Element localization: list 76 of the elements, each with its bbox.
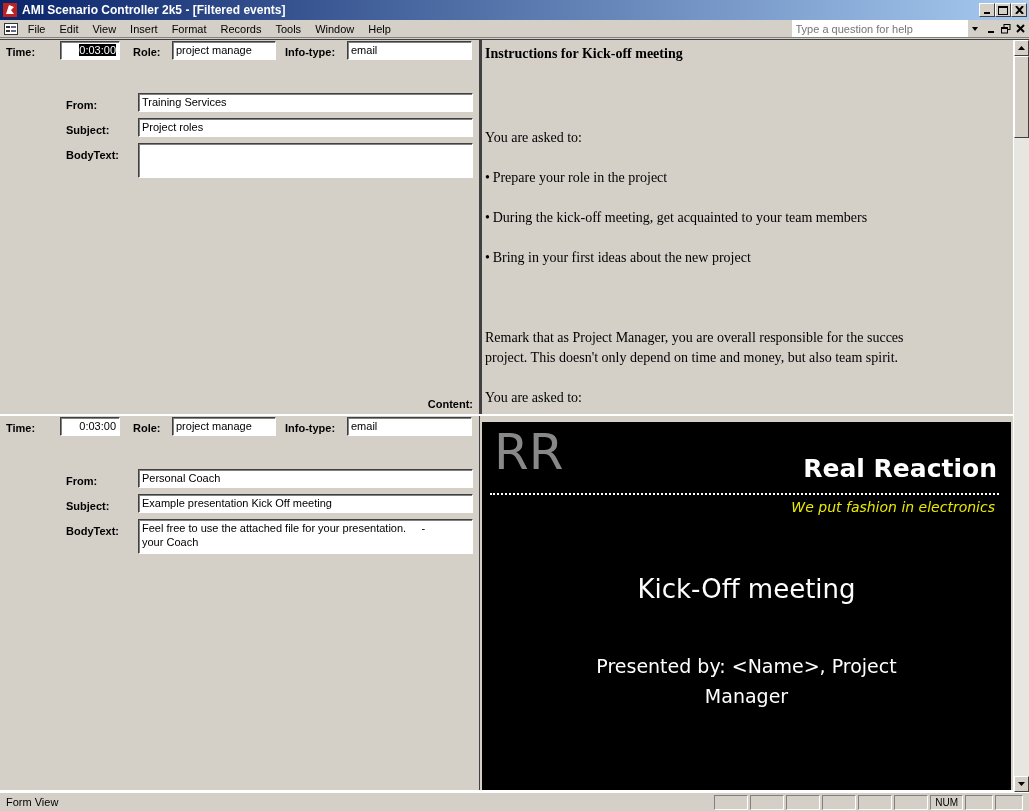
field-label: Info-type: — [285, 421, 336, 436]
time-field[interactable]: 0:03:00 — [60, 417, 120, 436]
menu-item[interactable]: Edit — [52, 20, 86, 37]
menu-item[interactable]: Window — [308, 20, 362, 37]
info-type-field[interactable]: email — [347, 417, 472, 436]
status-panel — [965, 794, 993, 810]
bullet-text: During the kick-off meeting, get acquainted to your team members — [492, 210, 868, 225]
body-text-field[interactable] — [138, 143, 473, 178]
close-icon[interactable] — [1016, 24, 1025, 33]
logo: RR — [494, 424, 564, 480]
field-label: From: — [66, 474, 98, 489]
status-panel — [822, 794, 857, 810]
status-panel — [894, 794, 929, 810]
maximize-button[interactable] — [995, 3, 1011, 17]
field-label: Info-type: — [285, 45, 336, 60]
menu-item[interactable]: Insert — [123, 20, 165, 37]
paragraph-text: project. This doesn't only depend on time and money, but also team spirit. — [485, 349, 900, 367]
company-name: Real Reaction — [803, 453, 997, 485]
field-label: Time: — [6, 45, 36, 60]
bullet-mark: • — [485, 210, 490, 225]
status-panel — [714, 794, 749, 810]
bullet-mark: • — [485, 170, 490, 185]
app-icon — [2, 2, 18, 18]
bullet-text: Bring in your first ideas about the new project — [492, 250, 751, 265]
field-label: Role: — [133, 45, 161, 60]
field-label: BodyText: — [66, 148, 119, 163]
subject-field[interactable]: Example presentation Kick Off meeting — [138, 494, 473, 513]
from-field[interactable]: Training Services — [138, 93, 473, 112]
body-text-field[interactable]: Feel free to use the attached file for your presentation. - your Coach — [138, 519, 473, 554]
field-label: Subject: — [66, 123, 110, 138]
status-panel — [750, 794, 785, 810]
tagline: We put fashion in electronics — [791, 498, 995, 517]
field-label: Subject: — [66, 499, 110, 514]
up-arrow-icon — [1018, 46, 1025, 50]
status-panel — [786, 794, 821, 810]
num-lock-indicator: NUM — [930, 794, 963, 810]
paragraph-text: Remark that as Project Manager, you are overall responsible for the succes — [485, 329, 905, 347]
menu-item[interactable]: Tools — [268, 20, 309, 37]
menu-item[interactable]: File — [20, 20, 53, 37]
field-label: From: — [66, 98, 98, 113]
bullet-mark: • — [485, 250, 490, 265]
form-icon — [4, 22, 18, 35]
status-panel — [995, 794, 1023, 810]
paragraph-text: You are asked to: — [485, 129, 583, 147]
field-label: Role: — [133, 421, 161, 436]
minimize-button[interactable] — [979, 3, 995, 17]
slide-title: Kick-Off meeting — [636, 573, 857, 606]
field-label: Time: — [6, 421, 36, 436]
instructions-heading: Instructions for Kick-off meeting — [485, 45, 684, 63]
menu-item[interactable]: Format — [164, 20, 214, 37]
info-type-field[interactable]: email — [347, 41, 472, 60]
menu-item[interactable]: Help — [361, 20, 398, 37]
window-title: AMI Scenario Controller 2k5 - [Filtered events] — [22, 2, 287, 19]
role-field[interactable]: project manage — [172, 417, 276, 436]
subject-field[interactable]: Project roles — [138, 118, 473, 137]
scroll-down-button[interactable] — [1014, 776, 1029, 792]
from-field[interactable]: Personal Coach — [138, 469, 473, 488]
maximize-icon — [998, 5, 1008, 15]
role-field[interactable]: project manage — [172, 41, 276, 60]
scroll-up-button[interactable] — [1014, 40, 1029, 56]
scroll-thumb[interactable] — [1014, 56, 1029, 138]
time-field[interactable]: 0:03:00 — [60, 41, 120, 60]
paragraph-text: You are asked to: — [485, 389, 583, 407]
vertical-scrollbar[interactable] — [1013, 40, 1029, 792]
field-label: Content: — [427, 396, 473, 412]
menu-item[interactable]: Records — [213, 20, 269, 37]
status-text: Form View — [6, 794, 60, 810]
field-label: BodyText: — [66, 524, 119, 539]
menu-item[interactable]: View — [85, 20, 124, 37]
down-arrow-icon — [1018, 782, 1025, 786]
status-panel — [858, 794, 893, 810]
restore-icon[interactable] — [1000, 23, 1011, 34]
bullet-text: Prepare your role in the project — [492, 170, 668, 185]
slide-subtitle: Presented by: <Name>, Project Manager — [595, 654, 898, 709]
close-button[interactable] — [1011, 3, 1027, 17]
close-icon — [1014, 6, 1024, 14]
